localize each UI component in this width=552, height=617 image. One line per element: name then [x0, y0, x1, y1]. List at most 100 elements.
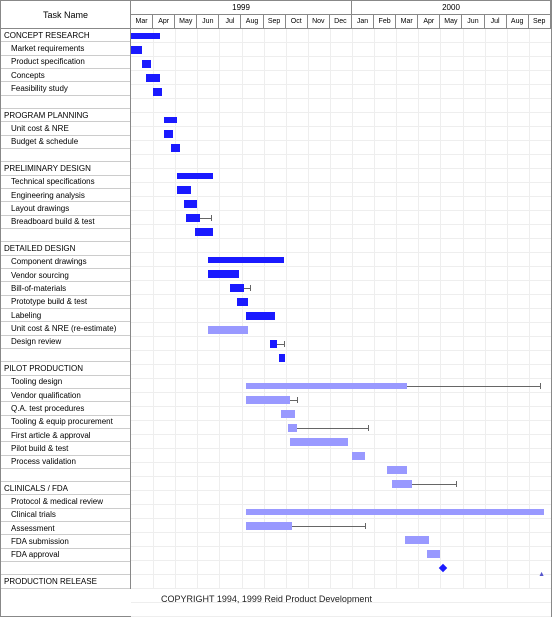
month-cell: Jul [219, 15, 241, 28]
chart-row [131, 463, 551, 477]
chart-row [131, 547, 551, 561]
month-cell: Mar [131, 15, 153, 28]
trail-tick [456, 481, 457, 487]
gantt-bar [405, 536, 429, 544]
chart-row [131, 519, 551, 533]
task-row: Q.A. test procedures [1, 402, 130, 415]
chart-row [131, 561, 551, 575]
task-row: Bill-of-materials [1, 282, 130, 295]
trail-tick [284, 341, 285, 347]
month-cell: Aug [507, 15, 529, 28]
trail-tick [540, 383, 541, 389]
month-cell: Feb [374, 15, 396, 28]
task-group: CONCEPT RESEARCH [1, 29, 130, 42]
task-group: DETAILED DESIGN [1, 242, 130, 255]
task-row: Clinical trials [1, 509, 130, 522]
gantt-bar [392, 480, 412, 488]
gantt-bar [208, 257, 283, 263]
gantt-bar [352, 452, 365, 460]
task-row [1, 469, 130, 482]
task-row: Process validation [1, 456, 130, 469]
task-row: Tooling design [1, 376, 130, 389]
task-group: PROGRAM PLANNING [1, 109, 130, 122]
trail-line [290, 400, 297, 401]
task-row: Vendor qualification [1, 389, 130, 402]
chart-row [131, 337, 551, 351]
chart-row [131, 379, 551, 393]
chart-row [131, 183, 551, 197]
task-row: Unit cost & NRE (re-estimate) [1, 322, 130, 335]
task-col: CONCEPT RESEARCHMarket requirementsProdu… [1, 29, 131, 589]
task-row [1, 96, 130, 109]
gantt-bar [186, 214, 199, 222]
task-group: CLINICALS / FDA [1, 482, 130, 495]
chart-row [131, 309, 551, 323]
month-cell: Mar [396, 15, 418, 28]
month-cell: Apr [418, 15, 440, 28]
trail-tick [250, 285, 251, 291]
task-row [1, 149, 130, 162]
gantt-bar [131, 46, 142, 54]
chart-row [131, 141, 551, 155]
gantt-page: Task Name 19992000 MarAprMayJunJulAugSep… [0, 0, 552, 617]
chart-row [131, 477, 551, 491]
task-row: FDA approval [1, 549, 130, 562]
trail-tick [368, 425, 369, 431]
chart-row [131, 323, 551, 337]
chart-row [131, 449, 551, 463]
gantt-bar [387, 466, 407, 474]
month-cell: Jul [485, 15, 507, 28]
task-row: Protocol & medical review [1, 495, 130, 508]
task-row: Tooling & equip procurement [1, 416, 130, 429]
month-cell: Apr [153, 15, 175, 28]
month-cell: Nov [308, 15, 330, 28]
gantt-bar [146, 74, 159, 82]
chart-row [131, 127, 551, 141]
header-row: Task Name 19992000 MarAprMayJunJulAugSep… [1, 1, 551, 29]
trail-line [277, 344, 284, 345]
gantt-bar [270, 340, 277, 348]
chart-row [131, 239, 551, 253]
task-group: PRELIMINARY DESIGN [1, 162, 130, 175]
gantt-bar [153, 88, 162, 96]
gantt-bar [208, 270, 239, 278]
task-row: Component drawings [1, 256, 130, 269]
month-cell: Dec [330, 15, 352, 28]
gantt-bar [246, 509, 544, 515]
trail-line [412, 484, 456, 485]
year-cell: 2000 [352, 1, 551, 14]
trail-tick [211, 215, 212, 221]
task-row: Engineering analysis [1, 189, 130, 202]
task-group: PRODUCTION RELEASE [1, 575, 130, 588]
chart-row [131, 603, 551, 617]
gantt-bar [246, 312, 275, 320]
month-cell: Sep [529, 15, 551, 28]
month-cell: Sep [264, 15, 286, 28]
chart-row [131, 169, 551, 183]
month-cell: Aug [241, 15, 263, 28]
trail-tick [297, 397, 298, 403]
gantt-bar [246, 522, 292, 530]
trail-line [244, 288, 251, 289]
chart-row [131, 365, 551, 379]
chart-row [131, 491, 551, 505]
task-row: Prototype build & test [1, 296, 130, 309]
task-row: Technical specifications [1, 176, 130, 189]
month-cell: May [175, 15, 197, 28]
chart-row [131, 225, 551, 239]
chart-row [131, 267, 551, 281]
task-row: Pilot build & test [1, 442, 130, 455]
month-row: MarAprMayJunJulAugSepOctNovDecJanFebMarA… [131, 15, 551, 28]
year-row: 19992000 [131, 1, 551, 15]
chart-row [131, 281, 551, 295]
gantt-bar [230, 284, 243, 292]
chart-row [131, 351, 551, 365]
chart-row [131, 533, 551, 547]
gantt-bar [427, 550, 440, 558]
month-cell: Jun [462, 15, 484, 28]
gantt-bar [164, 130, 173, 138]
trail-line [200, 218, 211, 219]
task-row: Assessment [1, 522, 130, 535]
task-row: Feasibility study [1, 82, 130, 95]
chart-row [131, 113, 551, 127]
